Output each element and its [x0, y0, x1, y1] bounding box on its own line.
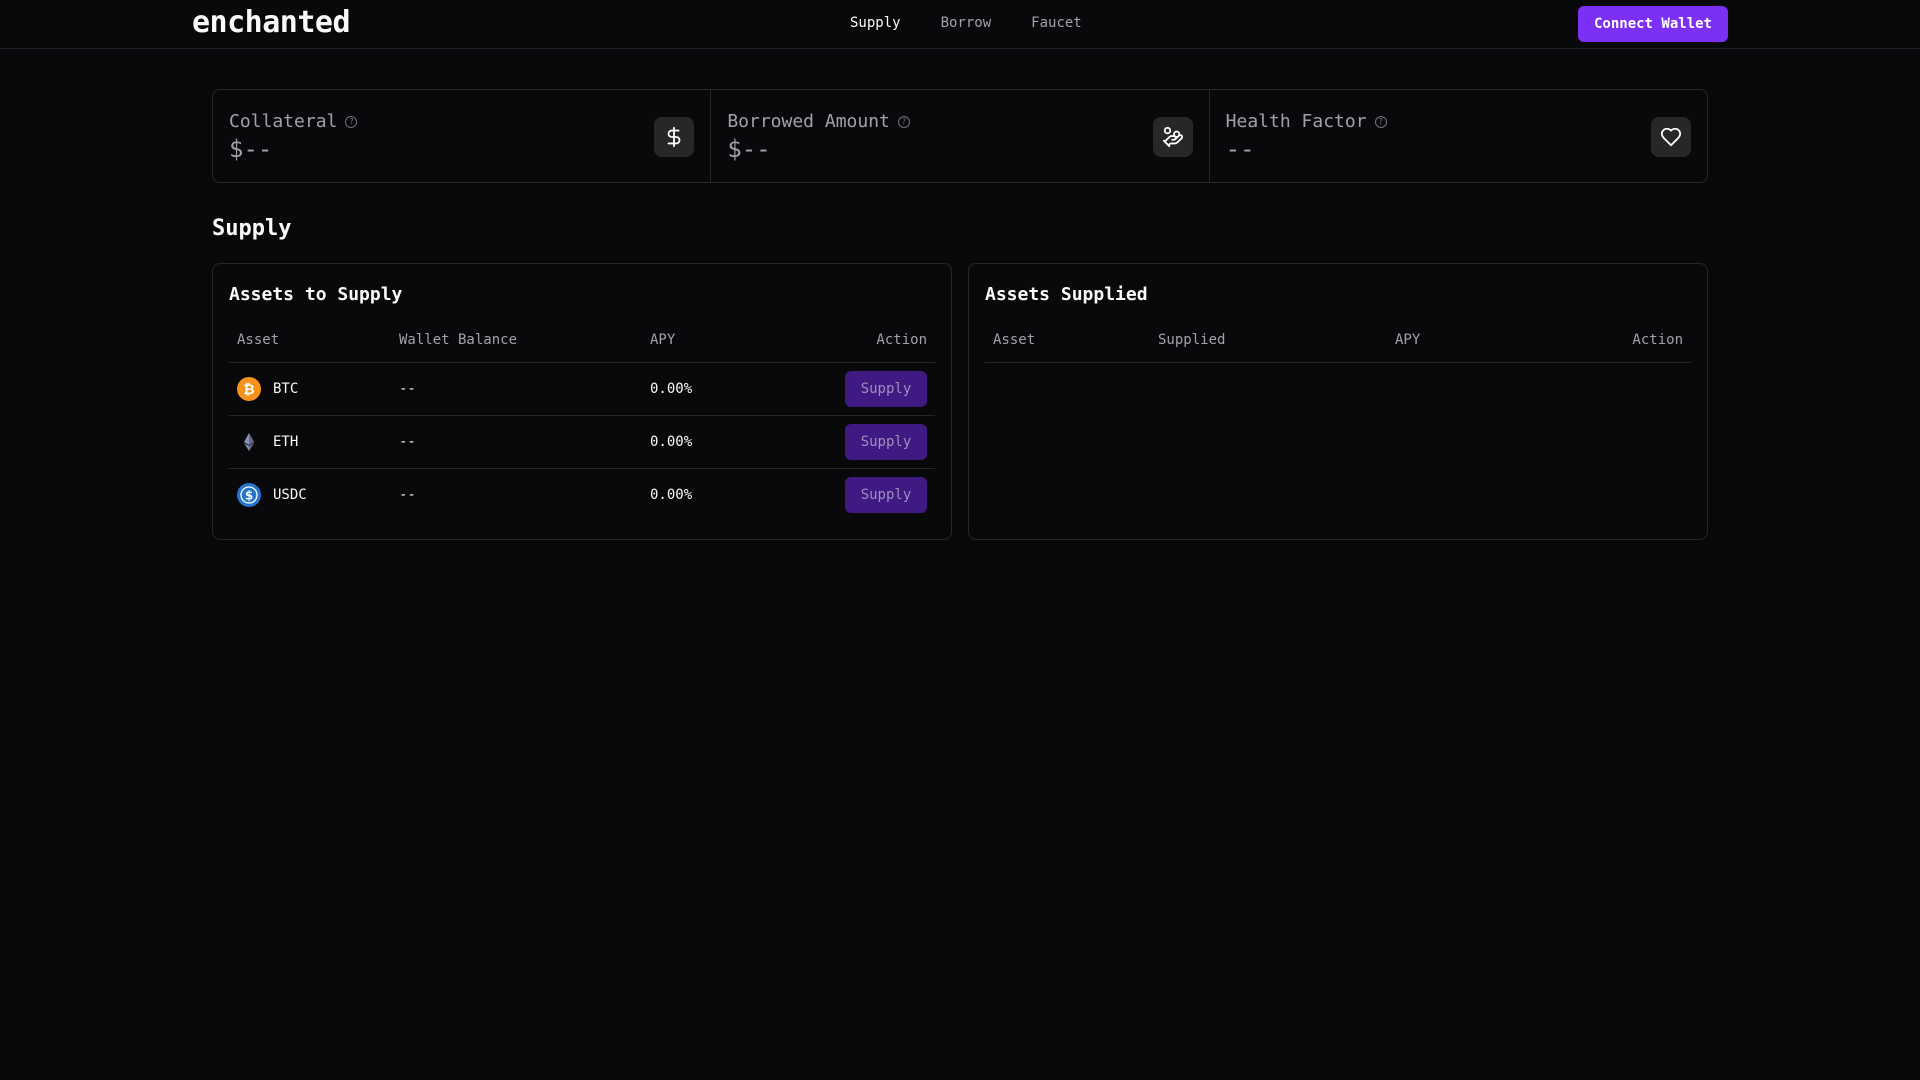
heart-icon: [1650, 117, 1691, 157]
stat-value: $--: [727, 135, 771, 163]
supply-button[interactable]: Supply: [845, 370, 927, 407]
stat-value: --: [1225, 135, 1255, 163]
asset-name: BTC: [273, 380, 299, 397]
stat-label: Health Factor: [1225, 111, 1367, 132]
column-header: Action: [1537, 332, 1691, 363]
stats-panel: Collateral ? $-- Borrowed Amount ? $-- H…: [212, 89, 1708, 183]
stat-label: Borrowed Amount: [727, 111, 890, 132]
asset-name: ETH: [273, 433, 299, 450]
assets-supplied-table: Asset Supplied APY Action: [985, 332, 1691, 363]
table-row: ETH -- 0.00% Supply: [229, 415, 935, 469]
section-title: Supply: [212, 216, 292, 241]
table-row: ₿ BTC -- 0.00% Supply: [229, 362, 935, 416]
nav-faucet[interactable]: Faucet: [1031, 15, 1082, 31]
usdc-icon: $: [237, 482, 261, 507]
eth-icon: [237, 430, 261, 454]
column-header: Supplied: [1150, 332, 1387, 363]
card-title: Assets to Supply: [229, 284, 403, 305]
hand-coins-icon: [1152, 117, 1193, 157]
column-header: APY: [1387, 332, 1537, 363]
info-icon[interactable]: ?: [897, 115, 910, 128]
wallet-balance: --: [391, 362, 642, 416]
nav-supply[interactable]: Supply: [850, 15, 901, 31]
svg-text:₿: ₿: [243, 382, 254, 398]
main-nav: Supply Borrow Faucet: [850, 15, 1082, 31]
dollar-icon: [654, 117, 695, 157]
info-icon[interactable]: ?: [1374, 115, 1387, 128]
apy-value: 0.00%: [642, 362, 792, 416]
svg-text:$: $: [245, 488, 253, 502]
column-header: Wallet Balance: [391, 332, 642, 363]
table-row: $ USDC -- 0.00% Supply: [229, 468, 935, 521]
column-header: Asset: [985, 332, 1150, 363]
wallet-balance: --: [399, 486, 416, 503]
assets-to-supply-table: Asset Wallet Balance APY Action ₿ BTC --…: [229, 332, 935, 521]
column-header: Asset: [229, 332, 391, 363]
stat-health-factor: Health Factor ? --: [1210, 90, 1707, 182]
supply-button[interactable]: Supply: [845, 423, 927, 460]
column-header: Action: [792, 332, 935, 363]
info-icon[interactable]: ?: [345, 115, 358, 128]
stat-borrowed: Borrowed Amount ? $--: [711, 90, 1210, 182]
column-header: APY: [642, 332, 792, 363]
assets-supplied-card: Assets Supplied Asset Supplied APY Actio…: [968, 263, 1708, 540]
assets-to-supply-card: Assets to Supply Asset Wallet Balance AP…: [212, 263, 952, 540]
stat-collateral: Collateral ? $--: [213, 90, 712, 182]
stat-label: Collateral: [229, 111, 338, 132]
asset-name: USDC: [273, 486, 307, 503]
stat-value: $--: [229, 135, 273, 163]
card-title: Assets Supplied: [985, 284, 1148, 305]
apy-value: 0.00%: [642, 415, 792, 469]
connect-wallet-button[interactable]: Connect Wallet: [1578, 6, 1728, 42]
app-logo[interactable]: enchanted: [192, 5, 351, 40]
apy-value: 0.00%: [650, 486, 693, 503]
supply-button[interactable]: Supply: [845, 476, 927, 513]
top-navbar: enchanted Supply Borrow Faucet Connect W…: [0, 0, 1920, 49]
nav-borrow[interactable]: Borrow: [941, 15, 992, 31]
btc-icon: ₿: [237, 376, 261, 401]
wallet-balance: --: [391, 415, 642, 469]
